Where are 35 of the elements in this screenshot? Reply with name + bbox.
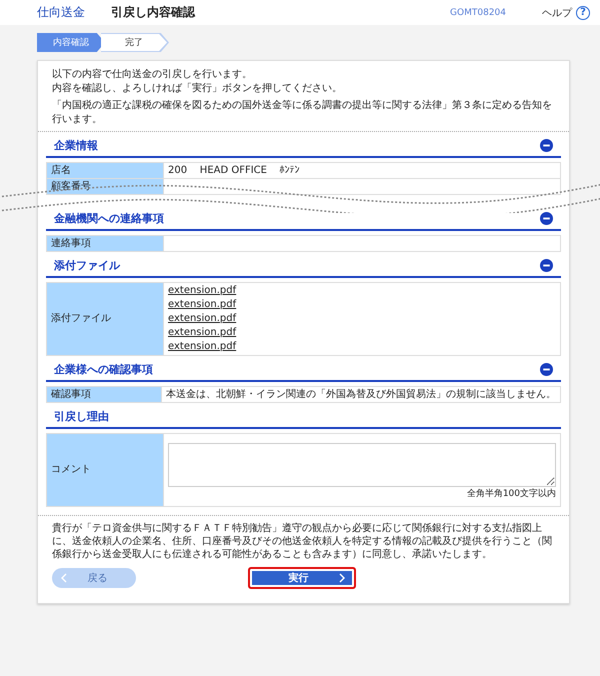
section-title: 添付ファイル [54,258,120,273]
collapse-icon[interactable] [540,139,553,152]
help-link[interactable]: ヘルプ [542,6,572,20]
section-title: 引戻し理由 [54,409,109,424]
field-value: 本送金は、北朝鮮・イラン関連の「外国為替及び外国貿易法」の規制に該当しません。 [162,386,560,402]
field-value: 200 HEAD OFFICE ﾎﾝﾃﾝ [164,162,560,178]
app-title: 仕向送金 [37,4,85,21]
collapse-icon[interactable] [540,212,553,225]
file-link[interactable]: extension.pdf [168,312,236,326]
collapse-icon[interactable] [540,363,553,376]
chevron-right-icon [339,573,346,583]
page-title: 引戻し内容確認 [111,4,195,21]
field-label: 確認事項 [46,386,162,402]
intro-text: 内容を確認し、よろしければ「実行」ボタンを押してください。 [52,82,343,95]
chevron-left-icon [60,573,67,583]
intro-text: 以下の内容で仕向送金の引戻しを行います。 [52,68,253,82]
file-link[interactable]: extension.pdf [168,340,236,354]
screen-id: GOMT08204 [450,8,506,18]
file-link[interactable]: extension.pdf [168,326,236,340]
section-title: 金融機関への連絡事項 [54,211,164,226]
limit-note: 全角半角100文字以内 [466,488,556,500]
field-label: 店名 [46,162,164,178]
field-label: 連絡事項 [46,236,164,252]
comment-field[interactable] [168,442,556,487]
collapse-icon[interactable] [540,259,553,272]
section-title: 企業情報 [54,138,98,153]
section-title: 企業様への確認事項 [54,362,153,377]
consent-text: 貴行が「テロ資金供与に関するＦＡＴＦ特別勧告」遵守の観点から必要に応じて関係銀行に対する支払指図上に、送金依頼人の企業名、住所、口座番号及びその他送金依頼人を特定する情報の記載及び提供を行うこと（関係銀行から送金受取人にも伝達される可能性があることも含みます）に同意し、承諾いたします。 [52,522,553,561]
field-label: 添付ファイル [46,282,164,356]
intro-text: 「内国税の適正な課税の確保を図るための国外送金等に係る調書の提出等に関する法律」第３条に定める告知を行います。 [52,99,553,126]
help-icon[interactable]: ? [576,6,590,20]
field-label: コメント [46,434,164,506]
file-link[interactable]: extension.pdf [168,284,236,298]
execute-button[interactable]: 実行 [248,567,356,589]
file-link[interactable]: extension.pdf [168,298,236,312]
